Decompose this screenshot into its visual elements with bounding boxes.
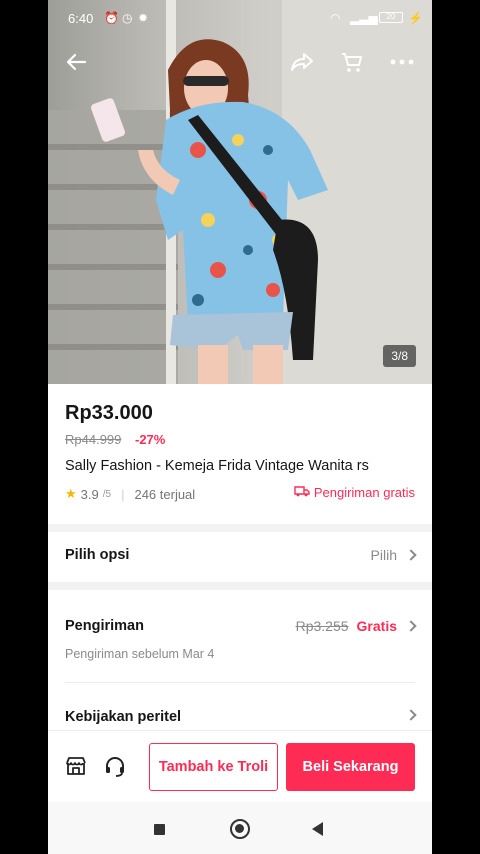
status-time: 6:40 bbox=[68, 11, 94, 26]
wifi-icon: ◠ bbox=[330, 11, 341, 25]
options-label: Pilih opsi bbox=[65, 547, 130, 563]
rating-row[interactable]: ★ 3.9/5 | 246 terjual bbox=[65, 486, 195, 502]
headset-icon[interactable] bbox=[104, 755, 128, 779]
back-icon[interactable] bbox=[312, 822, 323, 836]
alarm-icon: ⏰ bbox=[104, 11, 119, 25]
model-photo bbox=[91, 39, 328, 384]
rating-value: 3.9 bbox=[80, 486, 99, 502]
battery-icon: 20 bbox=[379, 12, 403, 23]
charging-icon: ⚡ bbox=[408, 11, 423, 25]
status-bar: 6:40 ⏰ ◷ ✹ ◠ ▂▃▅ 20 ⚡ bbox=[48, 0, 432, 36]
discount-badge: -27% bbox=[135, 432, 166, 447]
recents-icon[interactable] bbox=[154, 824, 165, 835]
shipping-old-cost: Rp3.255 bbox=[295, 618, 349, 634]
truck-icon bbox=[294, 485, 310, 500]
app-screen: 6:40 ⏰ ◷ ✹ ◠ ▂▃▅ 20 ⚡ 3/8 Rp33.000 Rp44.… bbox=[48, 0, 432, 854]
share-icon[interactable] bbox=[286, 46, 318, 78]
system-nav-bar bbox=[48, 802, 432, 854]
back-arrow-icon[interactable] bbox=[60, 46, 92, 78]
signal-icon: ▂▃▅ bbox=[350, 11, 378, 25]
image-counter: 3/8 bbox=[383, 345, 416, 367]
chevron-right-icon bbox=[405, 549, 417, 561]
settings-icon: ✹ bbox=[138, 11, 149, 25]
add-to-cart-button[interactable]: Tambah ke Troli bbox=[149, 743, 278, 791]
options-value: Pilih bbox=[370, 547, 397, 563]
options-row[interactable]: Pilih opsi Pilih bbox=[48, 532, 432, 582]
policy-label[interactable]: Kebijakan peritel bbox=[65, 709, 181, 725]
free-shipping-badge: Pengiriman gratis bbox=[294, 485, 415, 500]
shipping-section[interactable]: Pengiriman Rp3.255 Gratis Pengiriman seb… bbox=[48, 590, 432, 730]
chevron-right-icon[interactable] bbox=[405, 709, 417, 721]
product-title: Sally Fashion - Kemeja Frida Vintage Wan… bbox=[65, 458, 369, 474]
home-icon[interactable] bbox=[230, 819, 250, 839]
action-bar: Tambah ke Troli Beli Sekarang bbox=[48, 730, 432, 802]
cart-icon[interactable] bbox=[336, 46, 368, 78]
rating-max: /5 bbox=[102, 488, 112, 500]
store-icon[interactable] bbox=[65, 755, 89, 779]
price: Rp33.000 bbox=[65, 402, 153, 424]
product-info: Rp33.000 Rp44.999 -27% Sally Fashion - K… bbox=[48, 384, 432, 524]
product-image[interactable]: 6:40 ⏰ ◷ ✹ ◠ ▂▃▅ 20 ⚡ 3/8 bbox=[48, 0, 432, 384]
more-icon[interactable] bbox=[386, 46, 418, 78]
section-divider bbox=[48, 524, 432, 532]
buy-now-button[interactable]: Beli Sekarang bbox=[286, 743, 415, 791]
shipping-estimate: Pengiriman sebelum Mar 4 bbox=[65, 647, 215, 661]
star-icon: ★ bbox=[65, 486, 77, 501]
shipping-label: Pengiriman bbox=[65, 618, 144, 634]
shipping-cost: Gratis bbox=[356, 618, 397, 634]
free-shipping-label: Pengiriman gratis bbox=[313, 485, 415, 500]
chevron-right-icon bbox=[405, 620, 417, 632]
section-divider bbox=[48, 582, 432, 590]
sold-count: 246 terjual bbox=[134, 486, 196, 502]
original-price: Rp44.999 bbox=[65, 432, 122, 447]
clock-icon: ◷ bbox=[122, 11, 133, 25]
separator: | bbox=[121, 486, 125, 502]
